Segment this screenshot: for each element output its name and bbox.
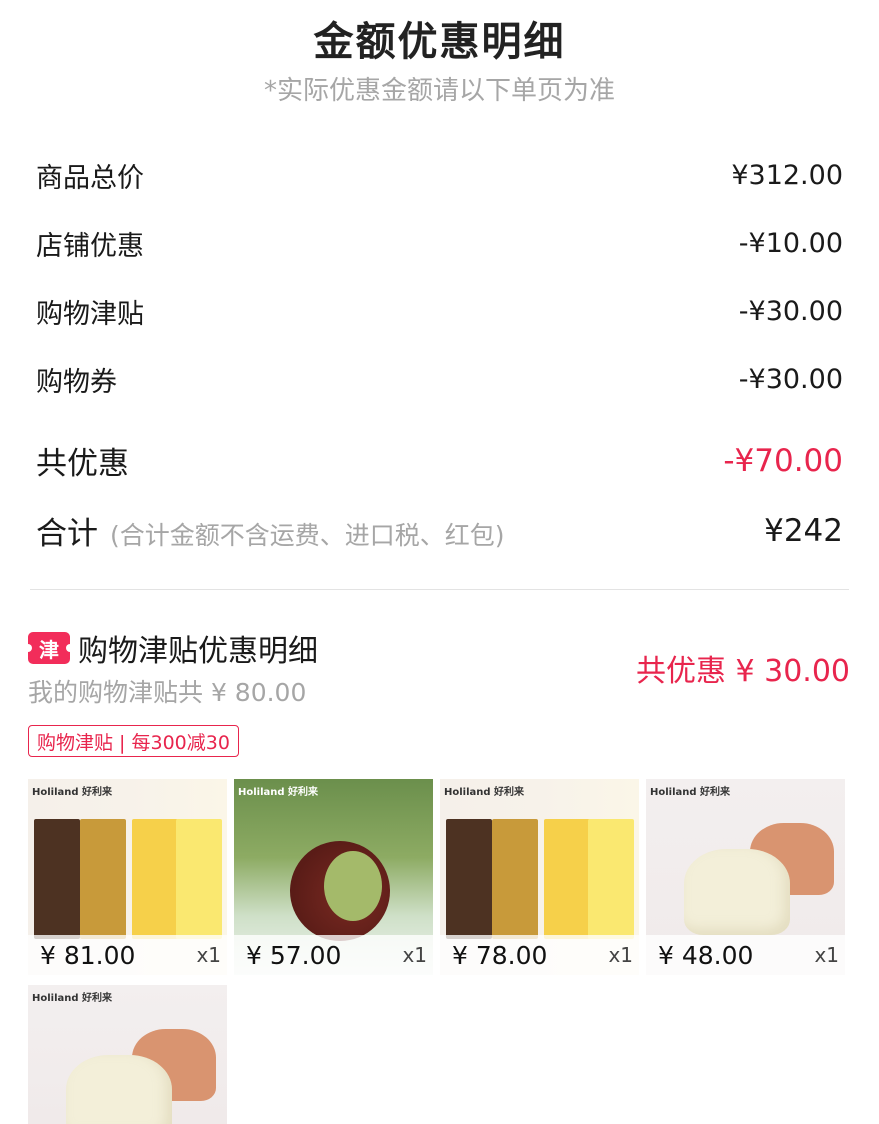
- product-image: [28, 985, 227, 1124]
- product-cake-shape: [684, 849, 790, 935]
- allowance-ticket-icon: 津: [24, 632, 74, 664]
- product-box-shape: [132, 819, 178, 939]
- allowance-detail-title: 购物津贴优惠明细: [78, 634, 318, 669]
- product-box-shape: [588, 819, 634, 939]
- my-allowance-text: 我的购物津贴共 ¥ 80.00: [28, 678, 307, 707]
- product-ball-cut-shape: [324, 851, 382, 921]
- product-box-shape: [80, 819, 126, 939]
- product-price: ¥ 48.00: [658, 940, 754, 970]
- product-price: ¥ 57.00: [246, 940, 342, 970]
- product-cake-shape: [66, 1055, 172, 1124]
- goods-total-row: 商品总价 ¥312.00: [36, 156, 843, 195]
- sum-row: 合计 (合计金额不含运费、进口税、红包) ¥242: [36, 508, 843, 553]
- product-qty: x1: [608, 943, 633, 967]
- product-box-shape: [446, 819, 492, 939]
- product-box-shape: [492, 819, 538, 939]
- page-header: 金额优惠明细 *实际优惠金额请以下单页为准: [0, 0, 879, 108]
- goods-total-value: ¥312.00: [731, 160, 843, 191]
- brand-logo: Holiland 好利来: [238, 787, 319, 798]
- section-divider: [30, 589, 849, 590]
- price-strip: ¥ 81.00 x1: [28, 935, 227, 975]
- brand-logo: Holiland 好利来: [444, 787, 525, 798]
- brand-logo: Holiland 好利来: [650, 787, 731, 798]
- product-box-shape: [176, 819, 222, 939]
- product-card[interactable]: Holiland 好利来 ¥ 57.00 x1: [234, 779, 433, 975]
- goods-total-label: 商品总价: [36, 163, 144, 194]
- price-strip: ¥ 78.00 x1: [440, 935, 639, 975]
- brand-logo: Holiland 好利来: [32, 787, 113, 798]
- coupon-value: -¥30.00: [738, 364, 843, 395]
- coupon-label: 购物券: [36, 367, 117, 398]
- product-card[interactable]: Holiland 好利来 ¥ 48.00 x1: [646, 779, 845, 975]
- allowance-discount-total: 共优惠 ¥ 30.00: [635, 654, 850, 689]
- total-discount-label: 共优惠: [36, 446, 129, 482]
- page-title: 金额优惠明细: [313, 19, 566, 65]
- allowance-row: 购物津贴 -¥30.00: [36, 292, 843, 331]
- coupon-row: 购物券 -¥30.00: [36, 360, 843, 399]
- product-qty: x1: [814, 943, 839, 967]
- product-card[interactable]: Holiland 好利来 ¥ 78.00 x1: [440, 779, 639, 975]
- allowance-rule-tag: 购物津贴 | 每300减30: [28, 725, 239, 757]
- shop-discount-label: 店铺优惠: [36, 231, 144, 262]
- product-qty: x1: [196, 943, 221, 967]
- price-strip: ¥ 48.00 x1: [646, 935, 845, 975]
- total-discount-row: 共优惠 -¥70.00: [36, 438, 843, 483]
- product-qty: x1: [402, 943, 427, 967]
- allowance-value: -¥30.00: [738, 296, 843, 327]
- allowance-detail-header: 津 购物津贴优惠明细: [24, 626, 318, 670]
- product-price: ¥ 78.00: [452, 940, 548, 970]
- product-box-shape: [544, 819, 590, 939]
- brand-logo: Holiland 好利来: [32, 993, 113, 1004]
- page-subtitle: *实际优惠金额请以下单页为准: [263, 76, 615, 106]
- sum-label: 合计: [36, 516, 98, 552]
- product-card[interactable]: Holiland 好利来: [28, 985, 227, 1124]
- sum-label-group: 合计 (合计金额不含运费、进口税、红包): [36, 508, 505, 553]
- total-discount-value: -¥70.00: [723, 442, 843, 479]
- sum-note: (合计金额不含运费、进口税、红包): [110, 521, 505, 550]
- product-card[interactable]: Holiland 好利来 ¥ 81.00 x1: [28, 779, 227, 975]
- product-box-shape: [34, 819, 80, 939]
- allowance-label: 购物津贴: [36, 299, 144, 330]
- sum-value: ¥242: [764, 512, 843, 549]
- product-price: ¥ 81.00: [40, 940, 136, 970]
- shop-discount-row: 店铺优惠 -¥10.00: [36, 224, 843, 263]
- shop-discount-value: -¥10.00: [738, 228, 843, 259]
- price-strip: ¥ 57.00 x1: [234, 935, 433, 975]
